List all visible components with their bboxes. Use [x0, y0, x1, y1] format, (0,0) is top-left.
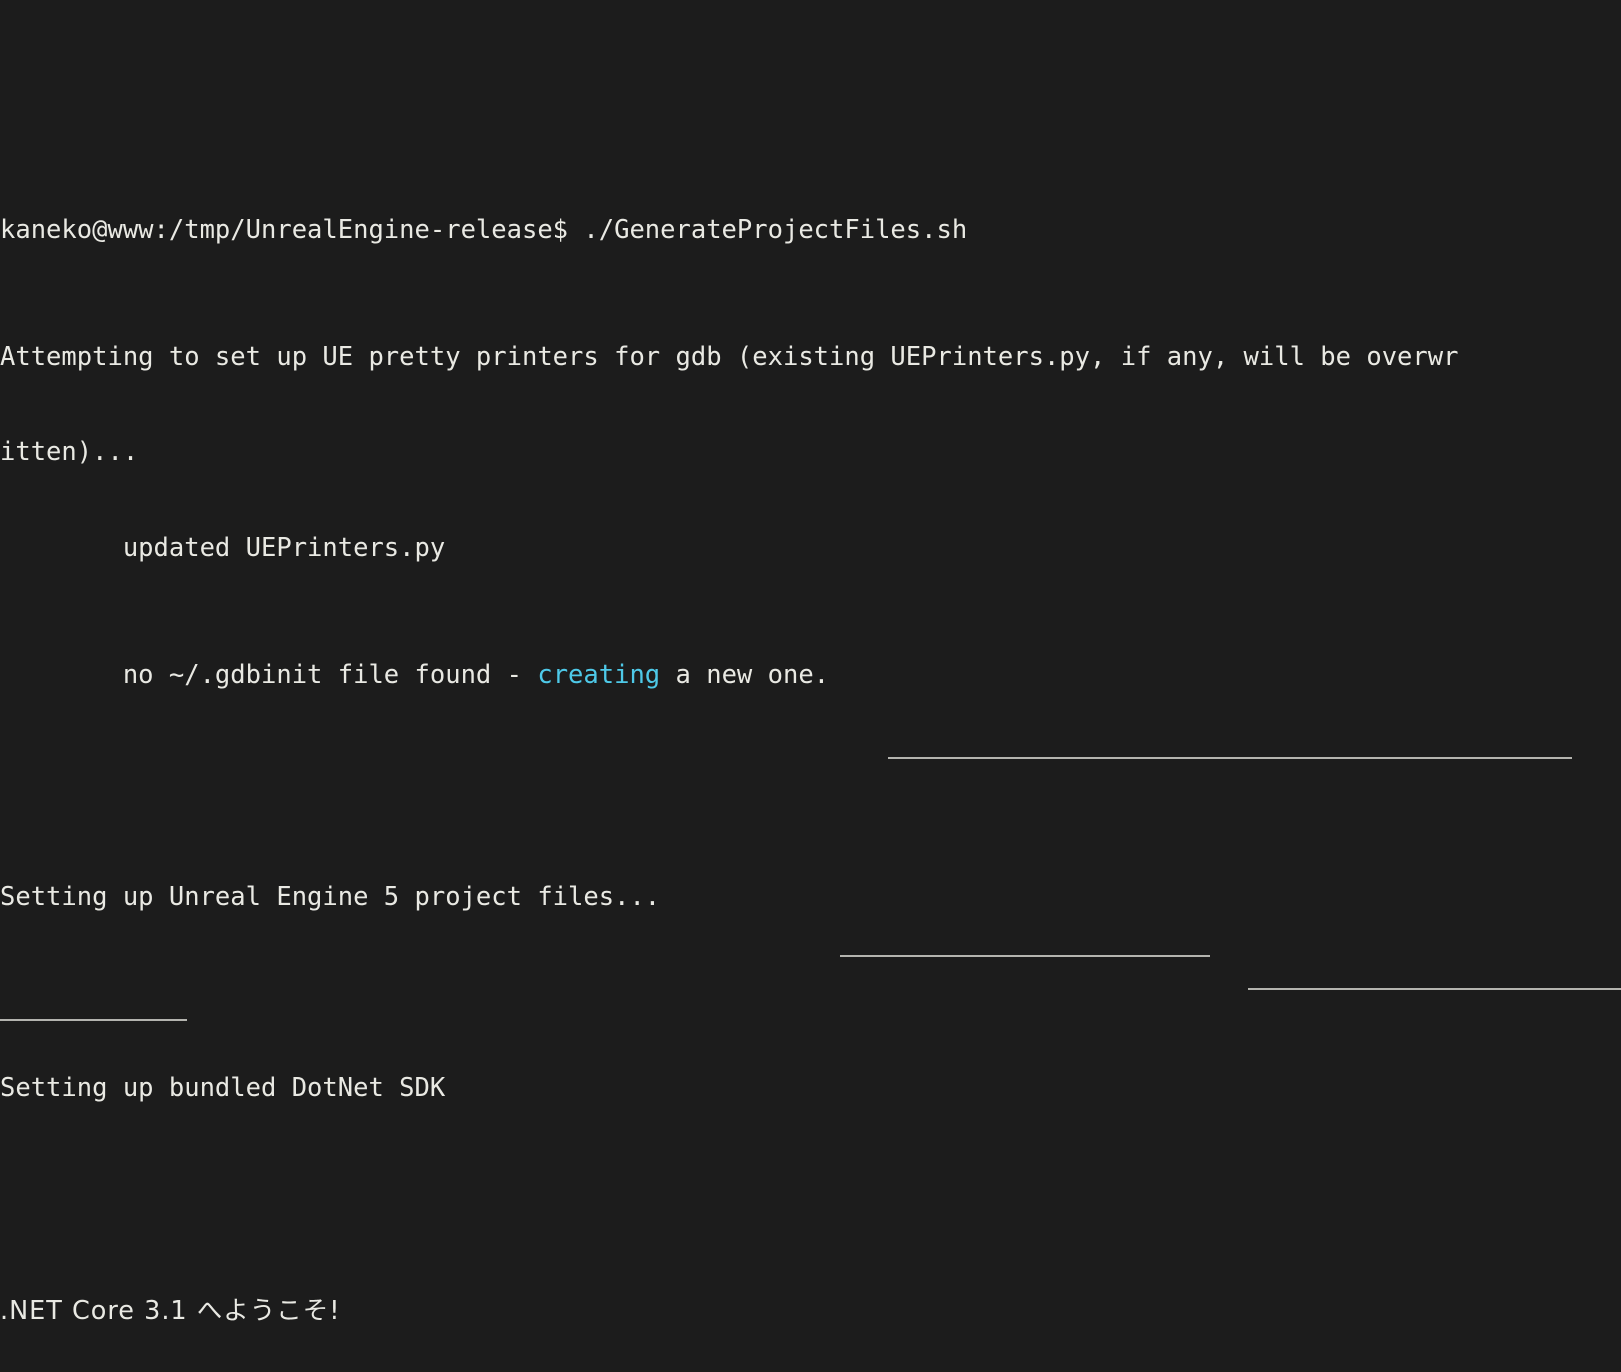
- terminal-line-gdbinit: no ~/.gdbinit file found - creating a ne…: [0, 660, 1621, 692]
- terminal-line: Setting up Unreal Engine 5 project files…: [0, 882, 661, 913]
- link-hint-rule-upper: [888, 757, 1572, 759]
- terminal-line: itten)...: [0, 437, 139, 468]
- shell-prompt: kaneko@www:/tmp/UnrealEngine-release$: [0, 214, 584, 245]
- terminal-line-prompt-command: kaneko@www:/tmp/UnrealEngine-release$ ./…: [0, 215, 1621, 247]
- link-hint-rule-mid: [840, 955, 1210, 957]
- gdbinit-creating-highlight: creating: [537, 659, 661, 690]
- link-hint-rule-right: [1248, 988, 1621, 990]
- shell-command: ./GenerateProjectFiles.sh: [583, 214, 968, 245]
- terminal-line: Attempting to set up UE pretty printers …: [0, 341, 1459, 372]
- terminal-line: Setting up bundled DotNet SDK: [0, 1073, 446, 1104]
- terminal-line-dotnet-welcome: .NET Core 3.1 へようこそ!: [0, 1295, 341, 1326]
- terminal-screen: kaneko@www:/tmp/UnrealEngine-release$ ./…: [0, 0, 1621, 1372]
- gdbinit-suffix: a new one.: [660, 659, 830, 690]
- terminal-window[interactable]: kaneko@www:/tmp/UnrealEngine-release$ ./…: [0, 0, 1621, 1372]
- link-hint-rule-lower: [0, 1019, 187, 1021]
- gdbinit-prefix: no ~/.gdbinit file found -: [0, 659, 538, 690]
- terminal-line-scrollback-remnant: [0, 87, 1621, 119]
- terminal-line: updated UEPrinters.py: [0, 532, 446, 563]
